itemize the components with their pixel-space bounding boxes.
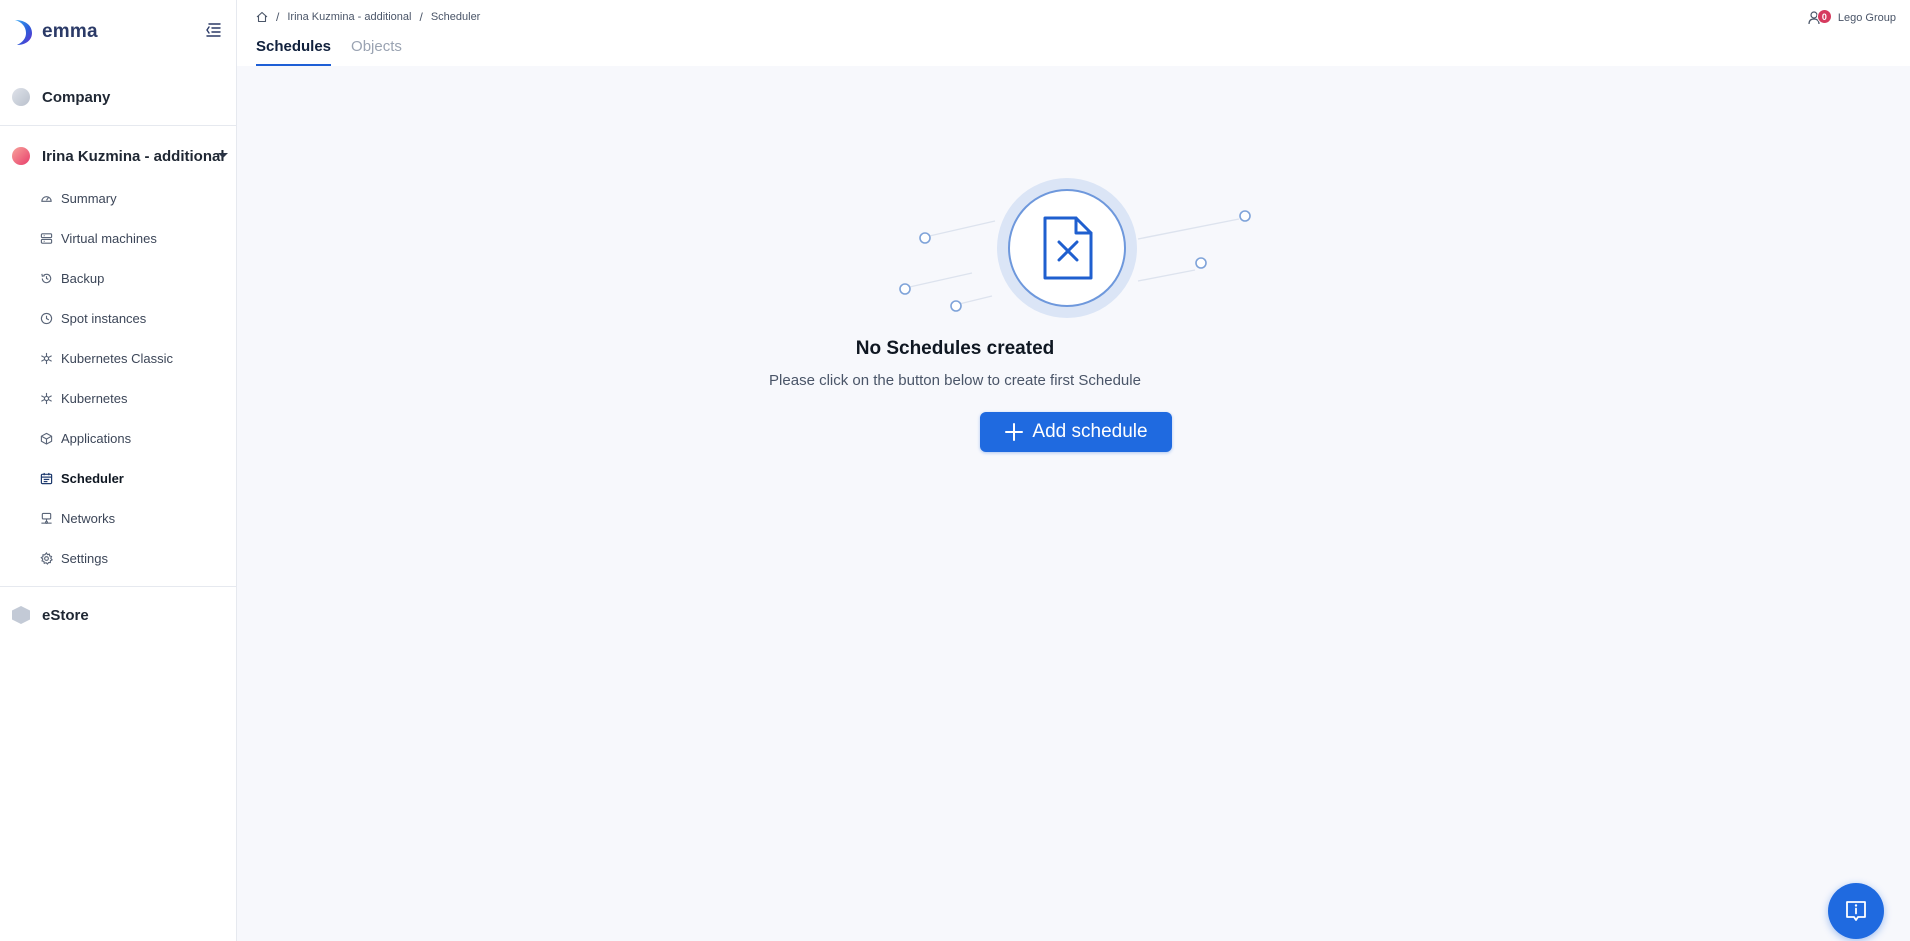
sidebar-item-label: Settings — [61, 550, 108, 566]
brand-name: emma — [42, 21, 98, 42]
brand[interactable]: emma — [12, 18, 98, 46]
sidebar-item-backup[interactable]: Backup — [0, 258, 236, 298]
breadcrumb-item-project[interactable]: Irina Kuzmina - additional — [287, 11, 411, 23]
dashboard-gauge-icon — [41, 195, 52, 202]
project-dot-icon — [12, 147, 30, 165]
sidebar-item-label: Kubernetes — [61, 390, 128, 406]
calendar-icon — [40, 472, 53, 484]
user-icon-wrap: 0 — [1808, 8, 1834, 28]
org-name[interactable]: Lego Group — [1838, 12, 1896, 24]
help-button[interactable] — [1828, 883, 1884, 939]
project-estore[interactable]: eStore — [0, 595, 236, 635]
emma-logo-icon — [15, 20, 32, 45]
user-menu[interactable]: 0 Lego Group — [1808, 8, 1896, 28]
sidebar-divider — [0, 586, 236, 587]
network-icon — [41, 512, 52, 524]
breadcrumb-separator: / — [419, 10, 423, 24]
home-icon[interactable] — [256, 11, 268, 23]
empty-illustration — [899, 178, 1251, 318]
sidebar-item-label: Scheduler — [61, 470, 124, 486]
empty-state-title: No Schedules created — [855, 338, 1055, 359]
tab-objects[interactable]: Objects — [351, 38, 402, 66]
sidebar-item-label: Backup — [61, 270, 105, 286]
caret-down-icon[interactable] — [218, 153, 228, 158]
project-dot-icon — [12, 88, 30, 106]
project-label: eStore — [42, 606, 89, 624]
hexagon-icon — [12, 606, 30, 624]
sidebar: emma Company Irina Kuzmina - additional … — [0, 0, 237, 941]
sidebar-item-virtual-machines[interactable]: Virtual machines — [0, 218, 236, 258]
breadcrumb-item-scheduler[interactable]: Scheduler — [431, 11, 481, 23]
add-schedule-label: Add schedule — [1032, 421, 1148, 442]
sidebar-item-spot-instances[interactable]: Spot instances — [0, 298, 236, 338]
sidebar-item-applications[interactable]: Applications — [0, 418, 236, 458]
sidebar-item-label: Spot instances — [61, 310, 147, 326]
project-label: Company — [42, 88, 111, 106]
kubernetes-icon — [41, 392, 52, 404]
project-label: Irina Kuzmina - additional — [42, 147, 225, 165]
plus-icon — [1005, 423, 1024, 441]
breadcrumb-separator: / — [276, 10, 280, 24]
sidebar-item-networks[interactable]: Networks — [0, 498, 236, 538]
project-irina-kuzmina[interactable]: Irina Kuzmina - additional — [0, 136, 236, 176]
history-icon — [41, 273, 52, 283]
server-icon — [40, 232, 53, 244]
notification-badge[interactable]: 0 — [1816, 9, 1832, 24]
sidebar-item-label: Summary — [61, 190, 117, 206]
empty-state-subtitle: Please click on the button below to crea… — [769, 372, 1141, 389]
add-schedule-button[interactable]: Add schedule — [980, 412, 1172, 452]
sidebar-item-summary[interactable]: Summary — [0, 178, 236, 218]
tab-bar: Schedules Objects — [256, 38, 402, 66]
tab-schedules[interactable]: Schedules — [256, 38, 332, 66]
cube-icon — [40, 432, 53, 445]
sidebar-item-scheduler[interactable]: Scheduler — [0, 458, 236, 498]
top-bar: / Irina Kuzmina - additional / Scheduler… — [237, 0, 1910, 66]
breadcrumb: / Irina Kuzmina - additional / Scheduler — [256, 10, 480, 24]
gear-icon — [40, 551, 53, 565]
project-company[interactable]: Company — [0, 77, 236, 117]
collapse-menu-icon[interactable] — [203, 20, 223, 40]
sidebar-item-label: Networks — [61, 510, 116, 526]
sidebar-item-label: Virtual machines — [61, 230, 157, 246]
info-chat-icon — [1846, 901, 1866, 921]
sidebar-item-settings[interactable]: Settings — [0, 538, 236, 578]
sidebar-item-label: Applications — [61, 430, 132, 446]
sidebar-divider — [0, 125, 236, 126]
clock-icon — [40, 312, 53, 324]
